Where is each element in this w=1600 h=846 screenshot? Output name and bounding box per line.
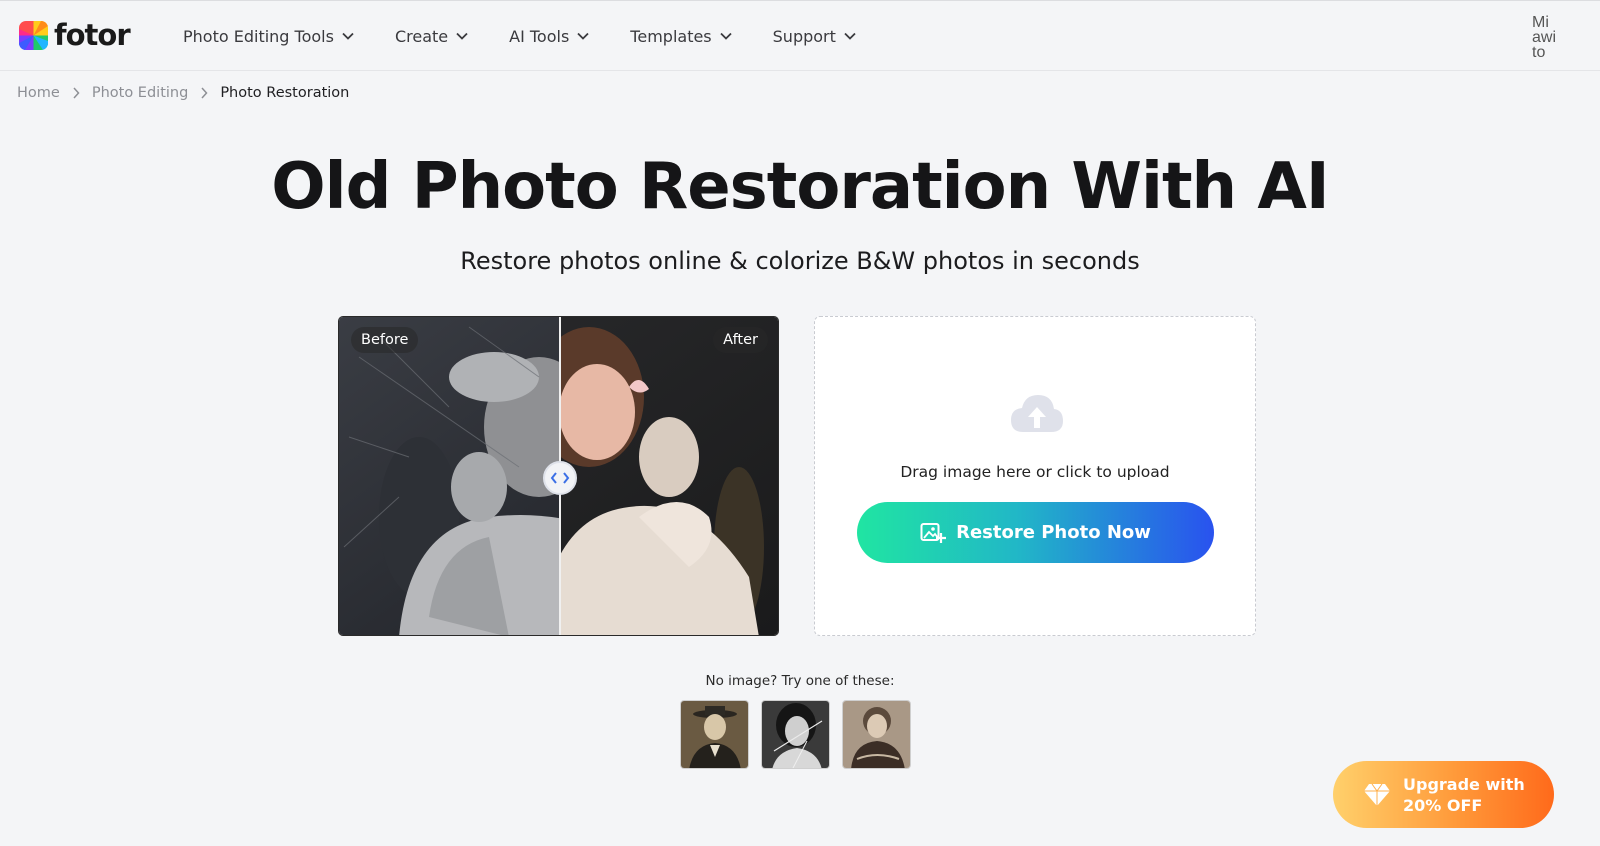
sample-image-woman[interactable] <box>761 700 830 769</box>
restore-photo-label: Restore Photo Now <box>956 522 1151 543</box>
upload-dropzone[interactable]: Drag image here or click to upload Resto… <box>814 316 1256 636</box>
nav-support[interactable]: Support <box>773 25 856 47</box>
arrows-horizontal-icon <box>550 472 570 484</box>
nav-label: Support <box>772 26 836 46</box>
compare-slider-handle[interactable] <box>543 461 577 495</box>
chevron-down-icon <box>577 32 589 40</box>
breadcrumb-home[interactable]: Home <box>17 85 60 101</box>
page-title: Old Photo Restoration With AI <box>271 150 1329 224</box>
upload-instruction: Drag image here or click to upload <box>900 463 1170 481</box>
nav-ai-tools[interactable]: AI Tools <box>509 25 589 47</box>
after-label: After <box>713 327 768 353</box>
user-avatar[interactable]: Mi awi to <box>1532 15 1570 59</box>
fotor-logo-icon <box>19 21 48 50</box>
upgrade-label: Upgrade with 20% OFF <box>1403 774 1525 816</box>
nav-label: AI Tools <box>509 26 570 46</box>
avatar-alt-text: Mi awi to <box>1532 15 1557 59</box>
breadcrumb-photo-editing[interactable]: Photo Editing <box>92 85 188 101</box>
nav-label: Photo Editing Tools <box>183 26 334 46</box>
before-after-compare[interactable]: Before After <box>338 316 779 636</box>
samples-label: No image? Try one of these: <box>705 673 895 689</box>
sample-image-child[interactable] <box>842 700 911 769</box>
nav-label: Templates <box>630 26 712 46</box>
chevron-down-icon <box>844 32 856 40</box>
sample-image-man-hat[interactable] <box>680 700 749 769</box>
breadcrumb: Home Photo Editing Photo Restoration <box>17 85 349 101</box>
nav-photo-editing-tools[interactable]: Photo Editing Tools <box>183 25 354 47</box>
main-nav: Photo Editing Tools Create AI Tools Temp… <box>183 25 897 47</box>
chevron-right-icon <box>201 87 208 99</box>
fotor-logo-text: fotor <box>54 18 131 52</box>
top-navbar: fotor Photo Editing Tools Create AI Tool… <box>0 0 1600 71</box>
cloud-upload-icon <box>1011 395 1063 432</box>
fotor-logo[interactable]: fotor <box>19 18 131 52</box>
add-image-icon <box>920 522 947 543</box>
nav-label: Create <box>394 26 449 46</box>
before-label: Before <box>351 327 419 353</box>
diamond-icon <box>1364 783 1390 806</box>
page-subtitle: Restore photos online & colorize B&W pho… <box>460 247 1140 275</box>
sample-images <box>680 700 923 769</box>
nav-templates[interactable]: Templates <box>630 25 732 47</box>
upgrade-line-2: 20% OFF <box>1403 795 1483 815</box>
restore-photo-button[interactable]: Restore Photo Now <box>857 502 1214 563</box>
breadcrumb-current: Photo Restoration <box>220 85 350 101</box>
chevron-right-icon <box>73 87 80 99</box>
upgrade-button[interactable]: Upgrade with 20% OFF <box>1333 761 1554 828</box>
upgrade-line-1: Upgrade with <box>1403 774 1525 794</box>
nav-create[interactable]: Create <box>395 25 468 47</box>
chevron-down-icon <box>342 32 354 40</box>
chevron-down-icon <box>720 32 732 40</box>
chevron-down-icon <box>456 32 468 40</box>
